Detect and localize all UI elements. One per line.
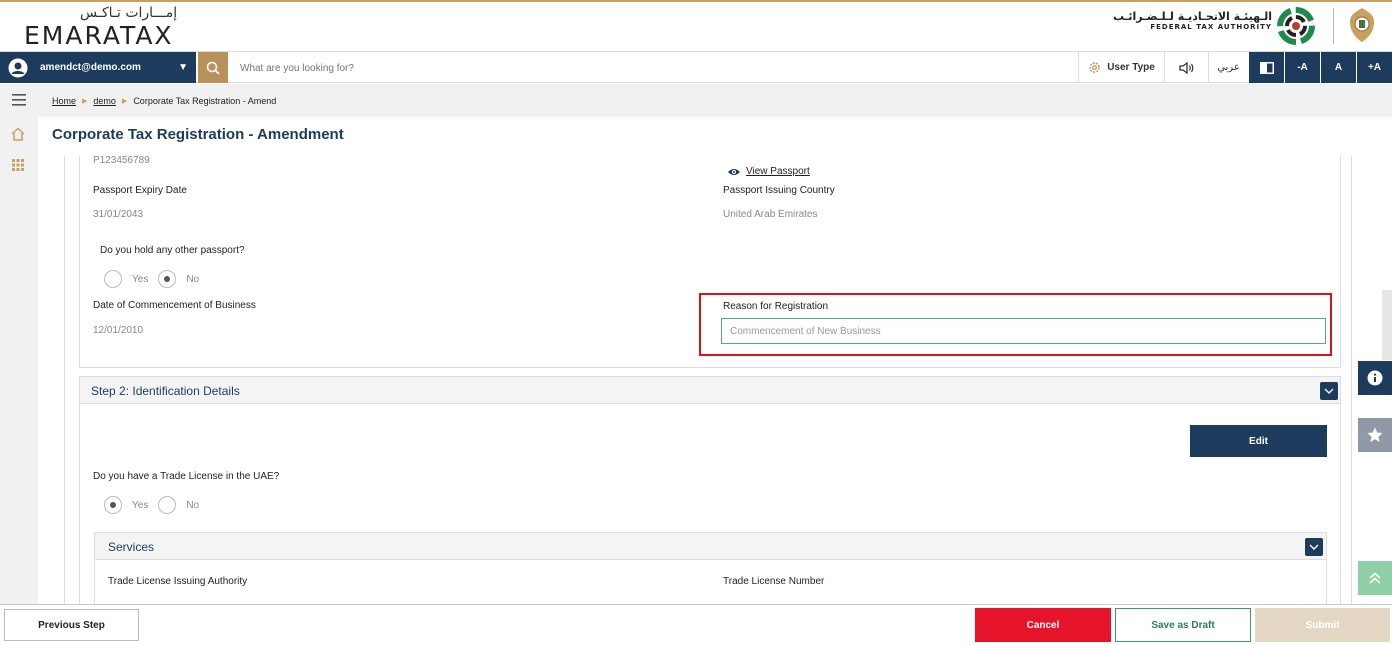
page-title: Corporate Tax Registration - Amendment — [52, 126, 344, 143]
chevron-down-icon — [1309, 544, 1319, 550]
top-navbar: amendct@demo.com ▼ User Type عربي — [0, 51, 1392, 83]
navbar-tools: User Type عربي -A A +A — [1078, 52, 1392, 83]
trade-license-yes-radio[interactable] — [104, 496, 122, 514]
double-chevron-up-icon — [1369, 572, 1381, 584]
reason-for-registration-label: Reason for Registration — [723, 301, 829, 312]
view-passport-link[interactable]: View Passport — [727, 166, 810, 177]
submit-button[interactable]: Submit — [1255, 608, 1390, 642]
gear-icon — [1089, 62, 1100, 73]
fta-wordmark: الـهيئـة الاتحـاديـة لـلـضـرائـب FEDERAL… — [1113, 10, 1272, 31]
user-menu[interactable]: amendct@demo.com ▼ — [0, 52, 196, 83]
brand-divider — [1333, 8, 1334, 44]
other-passport-question: Do you hold any other passport? — [100, 245, 245, 256]
font-increase-button[interactable]: +A — [1356, 52, 1392, 83]
contrast-toggle[interactable] — [1248, 52, 1284, 83]
eye-icon — [728, 168, 740, 175]
search-icon — [206, 61, 220, 75]
fta-name-arabic: الـهيئـة الاتحـاديـة لـلـضـرائـب — [1113, 10, 1272, 23]
cancel-button[interactable]: Cancel — [975, 608, 1111, 642]
services-collapse-button[interactable] — [1305, 538, 1323, 556]
breadcrumb-demo[interactable]: demo — [93, 96, 116, 106]
passport-expiry-label: Passport Expiry Date — [93, 185, 187, 196]
form-footer: Previous Step Cancel Save as Draft Submi… — [0, 604, 1392, 645]
speaker-icon — [1178, 61, 1193, 74]
uae-emblem-icon — [1350, 8, 1374, 42]
breadcrumb-home[interactable]: Home — [52, 96, 76, 106]
search-input[interactable] — [240, 58, 740, 78]
commencement-date-value: 12/01/2010 — [93, 325, 144, 336]
font-reset-button[interactable]: A — [1320, 52, 1356, 83]
other-passport-no-radio[interactable] — [158, 270, 177, 288]
user-type-button[interactable]: User Type — [1078, 52, 1164, 83]
trade-license-yes-label: Yes — [132, 499, 149, 511]
star-icon — [1367, 427, 1383, 442]
step-2-collapse-button[interactable] — [1320, 382, 1338, 400]
step-2-header[interactable]: Step 2: Identification Details — [79, 376, 1341, 404]
user-avatar-icon — [8, 58, 28, 77]
breadcrumb-arrow-icon: ▶ — [121, 98, 128, 105]
trade-license-number-label: Trade License Number — [723, 576, 825, 587]
user-type-label: User Type — [1107, 62, 1155, 73]
chevron-down-icon — [1324, 388, 1334, 394]
favorite-button[interactable] — [1358, 418, 1392, 452]
emaratax-logo[interactable]: EMARATAX — [24, 21, 174, 50]
fta-logo-icon — [1277, 7, 1315, 45]
trade-license-radio-group: Yes No — [104, 496, 209, 514]
breadcrumb: Home ▶ demo ▶ Corporate Tax Registration… — [52, 96, 276, 106]
save-as-draft-button[interactable]: Save as Draft — [1115, 608, 1251, 642]
page-scrollbar[interactable] — [1382, 290, 1392, 360]
scroll-to-top-button[interactable] — [1358, 561, 1392, 595]
passport-expiry-value: 31/01/2043 — [93, 209, 144, 220]
view-passport-label: View Passport — [746, 166, 810, 177]
other-passport-radio-group: Yes No — [104, 270, 209, 288]
passport-issuing-country-value: United Arab Emirates — [723, 209, 818, 220]
emaratax-logo-arabic: إمـــارات تـاكـس — [80, 5, 178, 21]
other-passport-no-label: No — [186, 273, 200, 285]
reason-for-registration-field[interactable] — [721, 318, 1326, 344]
services-title: Services — [108, 540, 155, 554]
form-content: P123456789 View Passport Passport Expiry… — [64, 155, 1352, 604]
services-header[interactable]: Services — [94, 532, 1327, 560]
hamburger-menu-icon[interactable] — [12, 94, 26, 106]
breadcrumb-current: Corporate Tax Registration - Amend — [133, 96, 277, 106]
user-email: amendct@demo.com — [40, 62, 141, 73]
contrast-icon — [1259, 61, 1274, 74]
search-button[interactable] — [198, 52, 228, 83]
trade-license-question: Do you have a Trade License in the UAE? — [93, 471, 280, 482]
edit-button[interactable]: Edit — [1190, 425, 1327, 457]
chevron-down-icon: ▼ — [178, 62, 188, 73]
text-to-speech-button[interactable] — [1164, 52, 1208, 83]
info-icon — [1367, 370, 1383, 386]
breadcrumb-bar: Home ▶ demo ▶ Corporate Tax Registration… — [0, 84, 1392, 117]
fta-name-english: FEDERAL TAX AUTHORITY — [1150, 23, 1272, 31]
trade-license-no-radio[interactable] — [158, 496, 177, 514]
left-rail — [0, 117, 38, 604]
language-toggle[interactable]: عربي — [1208, 52, 1248, 83]
other-passport-yes-label: Yes — [132, 273, 149, 285]
commencement-date-label: Date of Commencement of Business — [93, 300, 256, 311]
other-passport-yes-radio[interactable] — [104, 270, 122, 288]
passport-issuing-country-label: Passport Issuing Country — [723, 185, 835, 196]
previous-step-button[interactable]: Previous Step — [4, 609, 139, 641]
brand-header: إمـــارات تـاكـس EMARATAX الـهيئـة الاتح… — [0, 0, 1392, 50]
step-2-title: Step 2: Identification Details — [91, 384, 240, 398]
apps-grid-icon[interactable] — [10, 157, 26, 173]
breadcrumb-arrow-icon: ▶ — [82, 98, 88, 105]
trade-license-issuing-authority-label: Trade License Issuing Authority — [108, 576, 248, 587]
info-button[interactable] — [1358, 361, 1392, 395]
passport-number-value: P123456789 — [93, 155, 150, 166]
font-decrease-button[interactable]: -A — [1284, 52, 1320, 83]
home-icon[interactable] — [10, 126, 26, 142]
trade-license-no-label: No — [186, 499, 200, 511]
services-body — [94, 560, 1327, 604]
